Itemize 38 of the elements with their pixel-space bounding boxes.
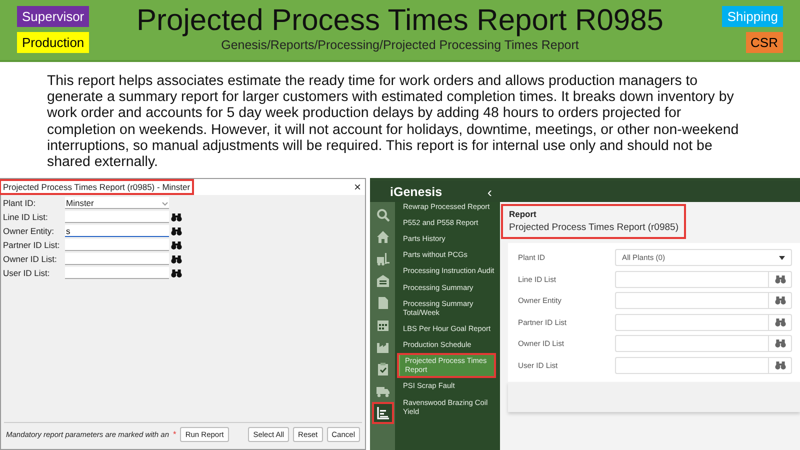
slide-title: Projected Process Times Report R0985 (136, 4, 664, 38)
field-label: Plant ID: (2, 198, 37, 208)
input-field[interactable]: s (65, 225, 169, 237)
report-name: Projected Process Times Report (r0985) (509, 222, 678, 233)
lookup-field[interactable] (615, 335, 792, 352)
input-field[interactable] (65, 211, 169, 223)
binoculars-icon[interactable] (169, 268, 183, 278)
lookup-field[interactable] (615, 292, 792, 310)
binoculars-icon[interactable] (169, 212, 183, 222)
breadcrumb-path: Genesis/Reports/Processing/Projected Processing Times Report (220, 38, 580, 53)
caret-icon (779, 256, 785, 260)
lookup-field[interactable] (615, 356, 792, 374)
binoculars-icon[interactable] (169, 254, 183, 264)
field-label: Owner Entity: (2, 226, 56, 236)
input-field[interactable] (65, 239, 169, 251)
collapse-button[interactable]: ‹ (487, 184, 492, 198)
dropdown-field[interactable]: Minster (65, 197, 169, 209)
dialog-title: Projected Process Times Report (r0985) - Minster (1, 181, 192, 193)
required-mark: * (173, 429, 176, 439)
role-tag: Production (17, 32, 90, 53)
input-field[interactable] (65, 267, 169, 279)
field-label: Partner ID List: (2, 240, 61, 250)
section-heading: Report (509, 209, 538, 219)
role-tag: Supervisor (17, 6, 90, 27)
binoculars-icon[interactable] (169, 240, 183, 250)
input-field[interactable] (65, 253, 169, 265)
lookup-field[interactable] (615, 270, 792, 288)
description-paragraph: This report helps associates estimate the ready time for work orders and allows production managers to generate a summary report for larger customers with estimated completion times. It breaks down inventory by work order and accounts for 5 day week production delays by adding 48 hours to orders projected for completion on weekends. However, it will not account for holidays, downtime, meetings, or other non-weekend interruptions, so manual adjustments will be required. This report is for internal use only and should not be shared externally. (47, 73, 740, 170)
role-tag: Shipping (722, 6, 783, 27)
field-label: Line ID List: (2, 212, 49, 222)
role-tag: CSR (746, 32, 783, 53)
lookup-field[interactable] (615, 314, 792, 331)
chart-icon[interactable] (374, 404, 392, 422)
field-label: Owner ID List: (2, 254, 58, 264)
close-button[interactable]: × (354, 181, 361, 193)
field-label: User ID List: (2, 268, 51, 278)
app-logo: iGenesis (390, 184, 442, 198)
binoculars-icon[interactable] (169, 226, 183, 236)
